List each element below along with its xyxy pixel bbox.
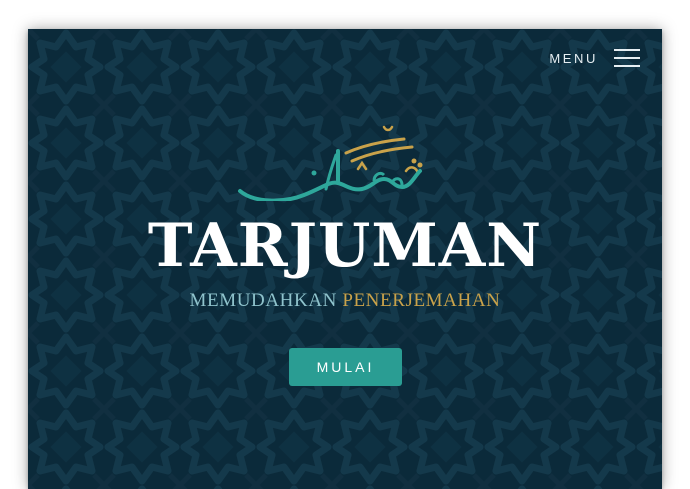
- tagline-part-1: MEMUDAHKAN: [189, 290, 343, 311]
- app-title: TARJUMAN: [147, 211, 543, 281]
- hamburger-menu-icon[interactable]: [614, 47, 640, 69]
- arabic-calligraphy-logo: [238, 125, 423, 201]
- tagline-part-2: PENERJEMAHAN: [342, 290, 501, 311]
- hero-screen: MENU TARJUMAN MEMUDAHKAN PENERJEMAHAN MU…: [28, 29, 662, 489]
- menu-label: MENU: [549, 50, 598, 66]
- tagline: MEMUDAHKAN PENERJEMAHAN: [28, 289, 662, 313]
- menu-button[interactable]: MENU: [549, 47, 640, 69]
- start-button[interactable]: MULAI: [289, 348, 402, 386]
